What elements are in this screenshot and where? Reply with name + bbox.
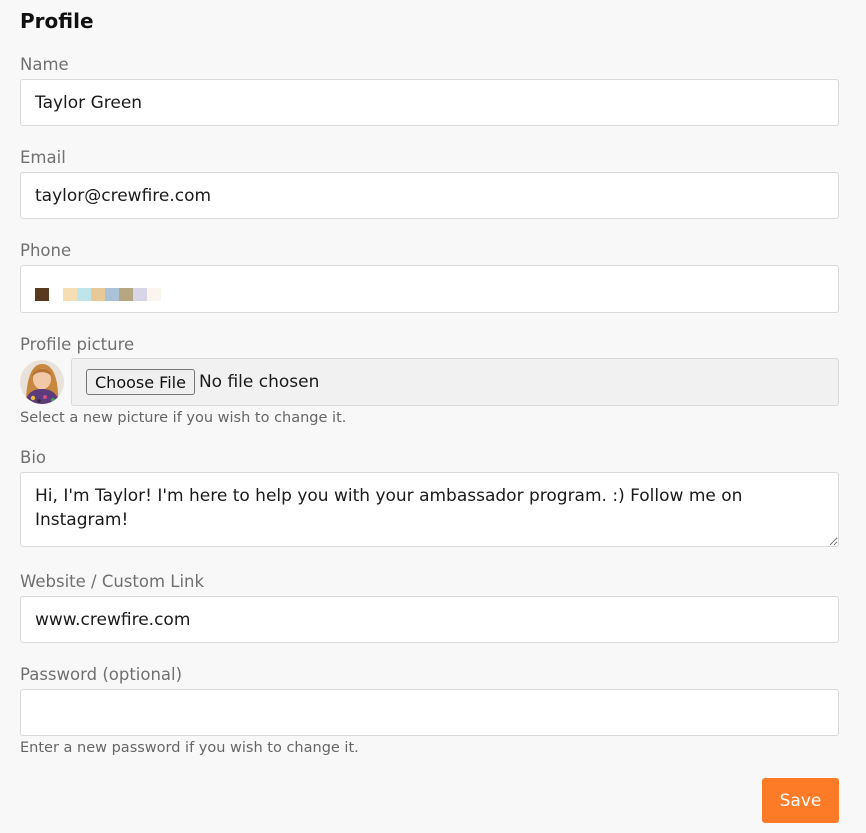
- email-label: Email: [20, 148, 66, 167]
- phone-label: Phone: [20, 241, 72, 260]
- picture-row: Choose File No file chosen: [20, 358, 839, 406]
- website-label: Website / Custom Link: [20, 572, 205, 591]
- bio-field[interactable]: Hi, I'm Taylor! I'm here to help you wit…: [20, 472, 839, 547]
- password-group: Password (optional) Enter a new password…: [20, 664, 839, 758]
- password-label: Password (optional): [20, 665, 183, 684]
- choose-file-button[interactable]: Choose File: [86, 369, 195, 395]
- redaction-pixel: [63, 288, 77, 301]
- phone-group: Phone: [20, 240, 839, 313]
- phone-redacted-value: [35, 288, 161, 301]
- picture-label: Profile picture: [20, 335, 135, 354]
- redaction-pixel: [49, 288, 63, 301]
- avatar: [20, 360, 64, 404]
- page-title: Profile: [20, 9, 94, 33]
- bio-label: Bio: [20, 448, 46, 467]
- redaction-pixel: [119, 288, 133, 301]
- redaction-pixel: [77, 288, 91, 301]
- website-field[interactable]: [20, 596, 839, 643]
- bio-group: Bio Hi, I'm Taylor! I'm here to help you…: [20, 447, 839, 547]
- file-input[interactable]: Choose File No file chosen: [71, 358, 839, 406]
- phone-field[interactable]: [20, 265, 839, 313]
- redaction-pixel: [147, 288, 161, 301]
- picture-help-text: Select a new picture if you wish to chan…: [20, 410, 347, 426]
- file-status: No file chosen: [198, 372, 320, 392]
- name-group: Name: [20, 54, 839, 126]
- name-field[interactable]: [20, 79, 839, 126]
- password-help-text: Enter a new password if you wish to chan…: [20, 740, 359, 756]
- redaction-pixel: [105, 288, 119, 301]
- email-field[interactable]: [20, 172, 839, 219]
- redaction-pixel: [35, 288, 49, 301]
- picture-group: Profile picture Choose File No file chos…: [20, 334, 839, 428]
- redaction-pixel: [133, 288, 147, 301]
- name-label: Name: [20, 55, 69, 74]
- website-group: Website / Custom Link: [20, 571, 839, 643]
- email-group: Email: [20, 147, 839, 219]
- profile-page: Profile Name Email Phone Profile picture: [0, 0, 866, 833]
- redaction-pixel: [91, 288, 105, 301]
- password-field[interactable]: [20, 689, 839, 736]
- save-button[interactable]: Save: [762, 778, 839, 823]
